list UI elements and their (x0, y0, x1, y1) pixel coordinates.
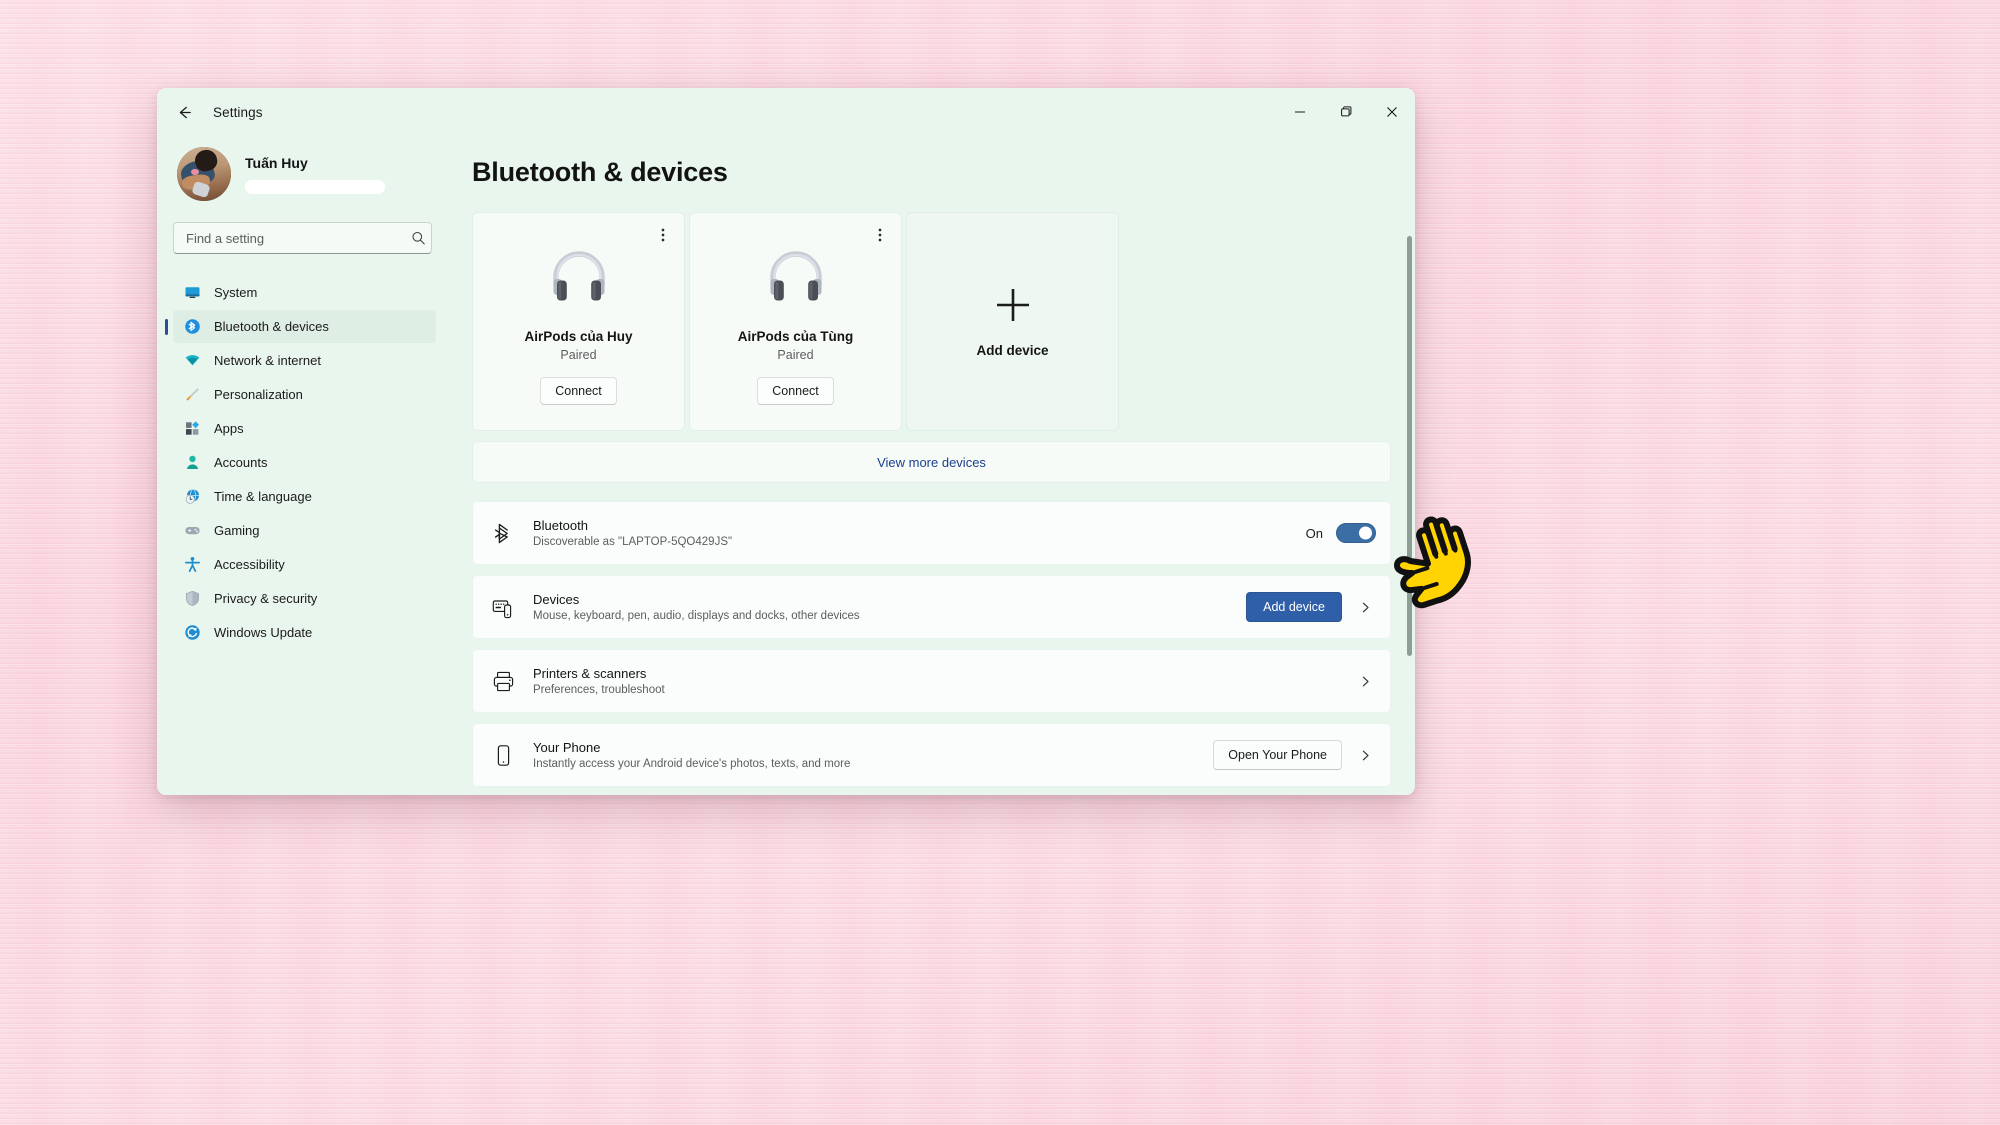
open-your-phone-button[interactable]: Open Your Phone (1213, 740, 1342, 770)
chevron-right-icon (1354, 749, 1376, 762)
more-options-icon[interactable] (867, 222, 893, 248)
bluetooth-row-title: Bluetooth (533, 518, 588, 533)
person-icon (184, 454, 201, 471)
sidebar-item-label: Accounts (214, 455, 268, 470)
plus-icon (993, 285, 1033, 325)
page-title: Bluetooth & devices (472, 157, 728, 187)
update-refresh-icon (184, 624, 201, 641)
sidebar-item-apps[interactable]: Apps (173, 412, 436, 445)
printers-row-subtitle: Preferences, troubleshoot (533, 684, 665, 696)
bluetooth-toggle[interactable] (1336, 523, 1376, 543)
settings-content: Bluetooth & devices AirPods của Huy Pair… (452, 136, 1415, 795)
devices-row[interactable]: Devices Mouse, keyboard, pen, audio, dis… (472, 575, 1391, 639)
app-title: Settings (213, 104, 263, 120)
apps-grid-icon (184, 420, 201, 437)
view-more-devices-link[interactable]: View more devices (472, 441, 1391, 483)
avatar (177, 147, 231, 201)
minimize-button[interactable] (1277, 88, 1323, 136)
profile-email-redacted (245, 179, 385, 194)
headphones-icon (765, 251, 827, 307)
more-options-icon[interactable] (650, 222, 676, 248)
bluetooth-row-subtitle: Discoverable as "LAPTOP-5QO429JS" (533, 536, 733, 548)
sidebar-item-label: Time & language (214, 489, 312, 504)
bluetooth-icon (491, 522, 515, 545)
add-device-button[interactable]: Add device (1246, 592, 1342, 622)
content-scrollbar[interactable] (1407, 236, 1412, 791)
your-phone-row-subtitle: Instantly access your Android device's p… (533, 758, 851, 770)
sidebar-item-label: Privacy & security (214, 591, 318, 606)
device-status: Paired (777, 348, 814, 362)
bluetooth-icon (184, 318, 201, 335)
search-input[interactable] (173, 222, 432, 254)
back-arrow-icon[interactable] (167, 97, 201, 127)
profile-name: Tuấn Huy (245, 154, 308, 171)
devices-icon (491, 596, 515, 619)
bluetooth-toggle-state-label: On (1305, 525, 1323, 541)
connect-button[interactable]: Connect (540, 377, 617, 405)
sidebar-item-label: Network & internet (214, 353, 321, 368)
printers-scanners-row[interactable]: Printers & scanners Preferences, trouble… (472, 649, 1391, 713)
sidebar-item-bluetooth-devices[interactable]: Bluetooth & devices (173, 310, 436, 343)
user-profile[interactable]: Tuấn Huy (173, 136, 436, 222)
search-field-wrapper (173, 222, 436, 254)
sidebar-item-label: Windows Update (214, 625, 313, 640)
device-name: AirPods của Huy (524, 329, 633, 344)
sidebar-item-accessibility[interactable]: Accessibility (173, 548, 436, 581)
devices-row-title: Devices (533, 592, 580, 607)
close-button[interactable] (1369, 88, 1415, 136)
sidebar-item-label: System (214, 285, 258, 300)
sidebar-item-accounts[interactable]: Accounts (173, 446, 436, 479)
device-card[interactable]: AirPods của Huy Paired Connect (472, 212, 685, 431)
sidebar-item-label: Personalization (214, 387, 303, 402)
your-phone-row-title: Your Phone (533, 740, 601, 755)
printers-row-title: Printers & scanners (533, 666, 647, 681)
device-card[interactable]: AirPods của Tùng Paired Connect (689, 212, 902, 431)
connect-button[interactable]: Connect (757, 377, 834, 405)
scrollbar-thumb[interactable] (1407, 236, 1412, 656)
paintbrush-icon (184, 386, 201, 403)
sidebar-nav-list: System Bluetooth & devices Network & int… (173, 276, 436, 649)
clock-globe-icon (184, 488, 201, 505)
window-controls (1277, 88, 1415, 136)
device-status: Paired (560, 348, 597, 362)
sidebar-item-time-language[interactable]: Time & language (173, 480, 436, 513)
sidebar-item-label: Gaming (214, 523, 260, 538)
add-device-card-label: Add device (976, 343, 1049, 358)
view-more-devices-label: View more devices (877, 454, 986, 470)
sidebar-item-label: Apps (214, 421, 244, 436)
accessibility-person-icon (184, 556, 201, 573)
headphones-icon (548, 251, 610, 307)
sidebar-item-gaming[interactable]: Gaming (173, 514, 436, 547)
sidebar-item-network-internet[interactable]: Network & internet (173, 344, 436, 377)
your-phone-row[interactable]: Your Phone Instantly access your Android… (472, 723, 1391, 787)
maximize-button[interactable] (1323, 88, 1369, 136)
device-cards-row: AirPods của Huy Paired Connect AirPods c… (472, 212, 1391, 431)
device-name: AirPods của Tùng (737, 329, 854, 344)
devices-row-subtitle: Mouse, keyboard, pen, audio, displays an… (533, 610, 860, 622)
settings-sidebar: Tuấn Huy Find a setting System Bluetooth… (157, 136, 452, 795)
wifi-icon (184, 352, 201, 369)
printer-icon (491, 670, 515, 693)
shield-icon (184, 590, 201, 607)
bluetooth-toggle-row: Bluetooth Discoverable as "LAPTOP-5QO429… (472, 501, 1391, 565)
sidebar-item-label: Bluetooth & devices (214, 319, 329, 334)
gamepad-icon (184, 522, 201, 539)
sidebar-item-system[interactable]: System (173, 276, 436, 309)
sidebar-item-privacy-security[interactable]: Privacy & security (173, 582, 436, 615)
monitor-icon (184, 284, 201, 301)
phone-icon (491, 744, 515, 767)
sidebar-item-personalization[interactable]: Personalization (173, 378, 436, 411)
settings-window: Settings Tuấn Huy Find a setting System … (157, 88, 1415, 795)
window-title-bar: Settings (157, 88, 1415, 136)
sidebar-item-windows-update[interactable]: Windows Update (173, 616, 436, 649)
chevron-right-icon (1354, 675, 1376, 688)
sidebar-item-label: Accessibility (214, 557, 285, 572)
add-device-card[interactable]: Add device (906, 212, 1119, 431)
chevron-right-icon (1354, 601, 1376, 614)
